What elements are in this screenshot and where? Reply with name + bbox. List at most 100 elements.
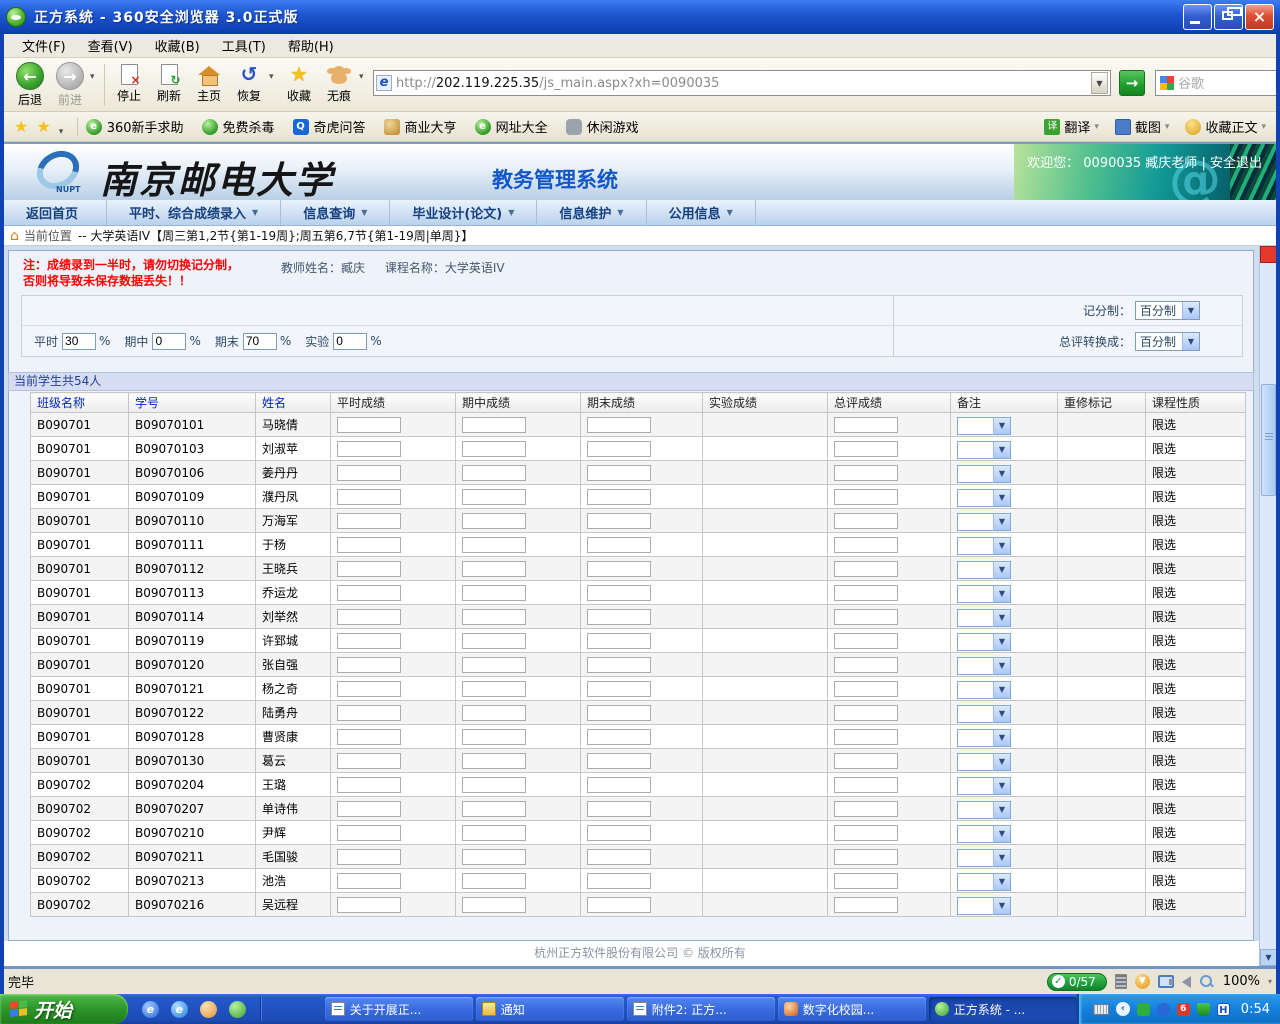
bookmark-business-tycoon[interactable]: 商业大亨 — [384, 117, 457, 136]
bookmark-360-help[interactable]: e 360新手求助 — [86, 117, 184, 136]
header-class-name[interactable]: 班级名称 — [31, 393, 129, 413]
scrollbar-thumb[interactable] — [1261, 384, 1276, 496]
usual-score-input[interactable] — [337, 513, 401, 529]
remark-select[interactable]: ▼ — [957, 513, 1011, 531]
nav-home[interactable]: 返回首页 — [4, 200, 107, 225]
final-score-input[interactable] — [587, 657, 651, 673]
final-score-input[interactable] — [587, 777, 651, 793]
midterm-score-input[interactable] — [462, 753, 526, 769]
total-score-input[interactable] — [834, 681, 898, 697]
midterm-score-input[interactable] — [462, 489, 526, 505]
incognito-button[interactable]: 无痕 — [319, 62, 359, 104]
total-score-input[interactable] — [834, 897, 898, 913]
language-bar-icon[interactable] — [1093, 1004, 1109, 1015]
convert-scale-select[interactable]: 百分制 ▼ — [1135, 332, 1200, 351]
download-icon[interactable]: ▼ — [1135, 974, 1150, 989]
remark-select[interactable]: ▼ — [957, 849, 1011, 867]
task-digital-campus[interactable]: 数字化校园... — [778, 997, 926, 1021]
restore-dropdown-icon[interactable]: ▾ — [269, 72, 279, 82]
remark-select[interactable]: ▼ — [957, 873, 1011, 891]
usual-score-input[interactable] — [337, 825, 401, 841]
final-score-input[interactable] — [587, 417, 651, 433]
usual-score-input[interactable] — [337, 897, 401, 913]
remark-select[interactable]: ▼ — [957, 681, 1011, 699]
tray-messenger-icon[interactable] — [1157, 1003, 1170, 1016]
usual-score-input[interactable] — [337, 705, 401, 721]
midterm-score-input[interactable] — [462, 801, 526, 817]
proxy-server-icon[interactable] — [1115, 974, 1127, 989]
favorite-button[interactable]: ★ 收藏 — [279, 62, 319, 104]
close-button[interactable]: × — [1245, 4, 1274, 30]
final-score-input[interactable] — [587, 609, 651, 625]
usual-score-input[interactable] — [337, 657, 401, 673]
restore-button[interactable] — [1214, 4, 1243, 30]
remark-select[interactable]: ▼ — [957, 489, 1011, 507]
header-student-id[interactable]: 学号 — [129, 393, 256, 413]
screenshot-tool-button[interactable]: 截图 ▾ — [1115, 117, 1170, 136]
total-score-input[interactable] — [834, 633, 898, 649]
go-button[interactable]: → — [1119, 70, 1145, 96]
final-score-input[interactable] — [587, 489, 651, 505]
final-score-input[interactable] — [587, 873, 651, 889]
speaker-icon[interactable] — [1182, 976, 1191, 988]
bookmark-site-directory[interactable]: e 网址大全 — [475, 117, 548, 136]
menu-help[interactable]: 帮助(H) — [278, 33, 344, 58]
add-favorite-icon[interactable]: ★ — [36, 117, 50, 136]
zoom-dropdown-icon[interactable]: ▾ — [1268, 977, 1272, 986]
remark-select[interactable]: ▼ — [957, 585, 1011, 603]
usual-score-input[interactable] — [337, 753, 401, 769]
total-score-input[interactable] — [834, 585, 898, 601]
usual-score-input[interactable] — [337, 561, 401, 577]
search-input[interactable] — [1178, 76, 1280, 91]
forward-button[interactable]: → 前进 — [50, 62, 90, 108]
final-score-input[interactable] — [587, 513, 651, 529]
total-score-input[interactable] — [834, 441, 898, 457]
final-score-input[interactable] — [587, 633, 651, 649]
total-score-input[interactable] — [834, 489, 898, 505]
remark-select[interactable]: ▼ — [957, 705, 1011, 723]
total-score-input[interactable] — [834, 705, 898, 721]
usual-weight-input[interactable] — [62, 333, 96, 350]
midterm-score-input[interactable] — [462, 441, 526, 457]
usual-score-input[interactable] — [337, 417, 401, 433]
favorites-dropdown-icon[interactable]: ▾ — [59, 127, 69, 137]
usual-score-input[interactable] — [337, 537, 401, 553]
midterm-score-input[interactable] — [462, 417, 526, 433]
final-score-input[interactable] — [587, 729, 651, 745]
final-score-input[interactable] — [587, 585, 651, 601]
usual-score-input[interactable] — [337, 801, 401, 817]
remark-select[interactable]: ▼ — [957, 609, 1011, 627]
final-score-input[interactable] — [587, 441, 651, 457]
nav-grade-entry[interactable]: 平时、综合成绩录入▼ — [107, 200, 281, 225]
remark-select[interactable]: ▼ — [957, 777, 1011, 795]
browser-quicklaunch-icon[interactable]: e — [171, 1001, 188, 1018]
collect-article-button[interactable]: 收藏正文 ▾ — [1185, 117, 1266, 136]
task-word-doc-2[interactable]: 附件2: 正方... — [627, 997, 775, 1021]
midterm-score-input[interactable] — [462, 609, 526, 625]
nav-info-maintain[interactable]: 信息维护▼ — [537, 200, 646, 225]
360-quicklaunch-icon[interactable] — [229, 1001, 246, 1018]
tray-360-icon[interactable]: 6 — [1177, 1003, 1190, 1016]
start-button[interactable]: 开始 — [0, 994, 128, 1024]
midterm-score-input[interactable] — [462, 897, 526, 913]
midterm-score-input[interactable] — [462, 729, 526, 745]
final-score-input[interactable] — [587, 681, 651, 697]
total-score-input[interactable] — [834, 825, 898, 841]
total-score-input[interactable] — [834, 777, 898, 793]
tray-antivirus-icon[interactable] — [1137, 1003, 1150, 1016]
bookmark-casual-games[interactable]: 休闲游戏 — [566, 117, 639, 136]
usual-score-input[interactable] — [337, 441, 401, 457]
nav-graduation-design[interactable]: 毕业设计(论文)▼ — [390, 200, 537, 225]
scroll-down-button[interactable]: ▼ — [1260, 949, 1277, 966]
total-score-input[interactable] — [834, 729, 898, 745]
midterm-weight-input[interactable] — [152, 333, 186, 350]
refresh-button[interactable]: ↻ 刷新 — [149, 62, 189, 104]
bookmark-free-antivirus[interactable]: 免费杀毒 — [202, 117, 275, 136]
midterm-score-input[interactable] — [462, 705, 526, 721]
header-name[interactable]: 姓名 — [256, 393, 331, 413]
midterm-score-input[interactable] — [462, 585, 526, 601]
midterm-score-input[interactable] — [462, 657, 526, 673]
address-dropdown-icon[interactable]: ▼ — [1091, 72, 1108, 94]
total-score-input[interactable] — [834, 801, 898, 817]
total-score-input[interactable] — [834, 657, 898, 673]
